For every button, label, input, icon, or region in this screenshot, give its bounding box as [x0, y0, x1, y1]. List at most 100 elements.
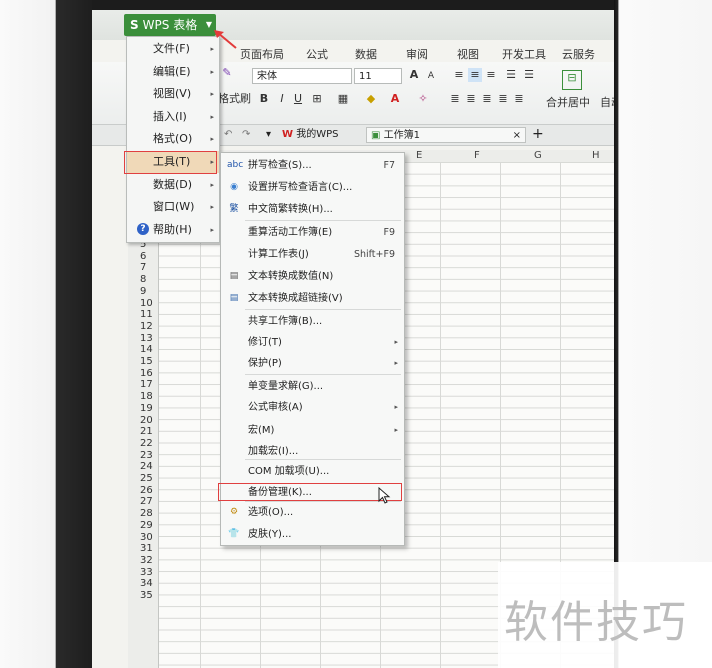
row-number[interactable]: 18 — [140, 391, 153, 402]
tools-item-6[interactable]: ▤ 文本转换成数值(N) — [221, 266, 404, 287]
new-tab-icon[interactable]: + — [532, 127, 544, 143]
row-number[interactable]: 29 — [140, 520, 153, 531]
row-number[interactable]: 35 — [140, 590, 153, 601]
menu-item-edit[interactable]: 编辑(E) ▸ — [127, 61, 219, 83]
row-number[interactable]: 15 — [140, 356, 153, 367]
auto-wrap-button[interactable]: 自动 — [600, 94, 614, 110]
font-grow-icon[interactable]: A — [407, 68, 421, 82]
row-number[interactable]: 14 — [140, 344, 153, 355]
row-number[interactable]: 33 — [140, 567, 153, 578]
align-bottom-icon[interactable]: ≡ — [484, 68, 498, 82]
row-number[interactable]: 13 — [140, 333, 153, 344]
column-e-header[interactable]: E — [416, 150, 422, 162]
tab-cloud[interactable]: 云服务 — [562, 46, 595, 62]
column-h-header[interactable]: H — [592, 150, 600, 162]
wps-app-menu-button[interactable]: S WPS 表格 ▼ — [124, 14, 216, 36]
cell-style-icon[interactable]: ▦ — [336, 92, 350, 106]
tab-review[interactable]: 审阅 — [406, 46, 428, 62]
clear-format-icon[interactable]: ✧ — [416, 92, 430, 106]
fill-color-icon[interactable]: ◆ — [364, 92, 378, 106]
tools-item-17[interactable]: ⚙ 选项(O)... — [221, 502, 404, 523]
row-number[interactable]: 7 — [140, 262, 146, 273]
italic-icon[interactable]: I — [275, 92, 289, 106]
outdent-icon[interactable]: ☰ — [522, 68, 536, 82]
row-number[interactable]: 31 — [140, 543, 153, 554]
undo-icon[interactable]: ↶ — [224, 127, 232, 143]
row-number[interactable]: 25 — [140, 473, 153, 484]
doc-tab-workbook[interactable]: ▣ 工作簿1 × — [366, 127, 526, 143]
tab-page-layout[interactable]: 页面布局 — [240, 46, 284, 62]
align-top-icon[interactable]: ≡ — [452, 68, 466, 82]
tools-item-5[interactable]: 计算工作表(J) Shift+F9 — [221, 244, 404, 265]
tools-item-13[interactable]: 宏(M) ▸ — [221, 420, 404, 441]
menu-item-format[interactable]: 格式(O) ▸ — [127, 128, 219, 150]
row-number[interactable]: 24 — [140, 461, 153, 472]
row-number[interactable]: 26 — [140, 485, 153, 496]
redo-icon[interactable]: ↷ — [242, 127, 250, 143]
row-number[interactable]: 10 — [140, 298, 153, 309]
tools-item-4[interactable]: 重算活动工作簿(E) F9 — [221, 222, 404, 243]
column-g-header[interactable]: G — [534, 150, 542, 162]
border-icon[interactable]: ⊞ — [310, 92, 324, 106]
merge-center-icon[interactable]: ⊟ — [562, 70, 582, 90]
row-number[interactable]: 34 — [140, 578, 153, 589]
quick-access-dropdown-icon[interactable]: ▾ — [266, 127, 271, 143]
tools-item-18[interactable]: 👕 皮肤(Y)... — [221, 524, 404, 545]
align-right-icon[interactable]: ≣ — [480, 92, 494, 106]
row-number[interactable]: 6 — [140, 251, 146, 262]
tools-item-8[interactable]: 共享工作簿(B)... — [221, 311, 404, 332]
tools-item-10[interactable]: 保护(P) ▸ — [221, 353, 404, 374]
row-number[interactable]: 12 — [140, 321, 153, 332]
row-number[interactable]: 9 — [140, 286, 146, 297]
row-number[interactable]: 11 — [140, 309, 153, 320]
menu-item-view[interactable]: 视图(V) ▸ — [127, 83, 219, 105]
tools-item-12[interactable]: 公式审核(A) ▸ — [221, 397, 404, 418]
row-number[interactable]: 27 — [140, 496, 153, 507]
font-name-select[interactable]: 宋体 — [252, 68, 352, 84]
tab-formulas[interactable]: 公式 — [306, 46, 328, 62]
row-number[interactable]: 23 — [140, 450, 153, 461]
close-tab-icon[interactable]: × — [513, 128, 521, 144]
row-number[interactable]: 17 — [140, 379, 153, 390]
menu-item-file[interactable]: 文件(F) ▸ — [127, 38, 219, 60]
tab-data[interactable]: 数据 — [355, 46, 377, 62]
tools-item-11[interactable]: 单变量求解(G)... — [221, 376, 404, 397]
indent-icon[interactable]: ☰ — [504, 68, 518, 82]
align-middle-icon[interactable]: ≡ — [468, 68, 482, 82]
justify-icon[interactable]: ≣ — [496, 92, 510, 106]
bold-icon[interactable]: B — [257, 92, 271, 106]
distribute-icon[interactable]: ≣ — [512, 92, 526, 106]
menu-item-data[interactable]: 数据(D) ▸ — [127, 174, 219, 196]
font-size-select[interactable]: 11 — [354, 68, 402, 84]
row-number[interactable]: 16 — [140, 368, 153, 379]
font-color-icon[interactable]: A — [388, 92, 402, 106]
tools-item-9[interactable]: 修订(T) ▸ — [221, 332, 404, 353]
tools-item-1[interactable]: abc 拼写检查(S)... F7 — [221, 155, 404, 176]
row-number[interactable]: 28 — [140, 508, 153, 519]
tools-item-7[interactable]: ▤ 文本转换成超链接(V) — [221, 288, 404, 309]
tab-view[interactable]: 视图 — [457, 46, 479, 62]
format-painter-label[interactable]: 格式刷 — [218, 90, 251, 106]
menu-item-insert[interactable]: 插入(I) ▸ — [127, 106, 219, 128]
row-number[interactable]: 19 — [140, 403, 153, 414]
row-number[interactable]: 8 — [140, 274, 146, 285]
underline-icon[interactable]: U — [291, 92, 305, 106]
column-f-header[interactable]: F — [474, 150, 480, 162]
row-number[interactable]: 30 — [140, 532, 153, 543]
align-left-icon[interactable]: ≣ — [448, 92, 462, 106]
align-center-icon[interactable]: ≣ — [464, 92, 478, 106]
row-number[interactable]: 21 — [140, 426, 153, 437]
menu-item-help[interactable]: ? 帮助(H) ▸ — [127, 219, 219, 241]
merge-center-button[interactable]: 合并居中 — [546, 94, 590, 110]
format-painter-icon[interactable]: ✎ — [220, 66, 234, 80]
tools-item-3[interactable]: 繁中文简繁转换(H)... — [221, 199, 404, 220]
font-shrink-icon[interactable]: A — [424, 69, 438, 83]
tools-item-15[interactable]: COM 加载项(U)... — [221, 461, 404, 482]
row-number[interactable]: 22 — [140, 438, 153, 449]
tools-item-2[interactable]: ◉ 设置拼写检查语言(C)... — [221, 177, 404, 198]
tab-developer[interactable]: 开发工具 — [502, 46, 546, 62]
menu-item-window[interactable]: 窗口(W) ▸ — [127, 196, 219, 218]
row-number[interactable]: 32 — [140, 555, 153, 566]
doc-tab-my-wps[interactable]: W 我的WPS — [282, 127, 338, 143]
row-number[interactable]: 20 — [140, 415, 153, 426]
